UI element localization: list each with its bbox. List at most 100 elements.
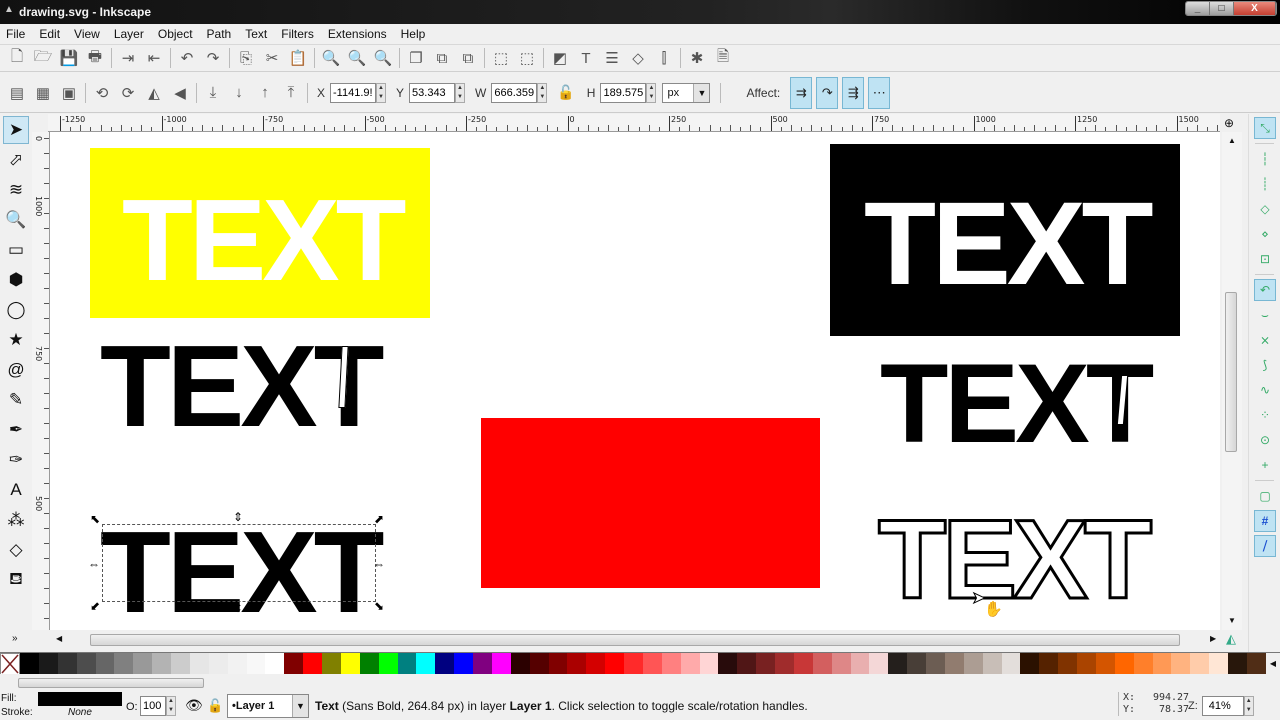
unlink-clone-button[interactable]: ⧉ [455,46,481,70]
toggle-visibility-icon[interactable]: 👁 [185,697,203,714]
zoom-tool[interactable]: 🔍 [3,206,29,234]
color-swatch[interactable] [1114,653,1134,675]
copy-button[interactable]: ⎘ [233,46,259,70]
snap-guide-button[interactable]: ⧸ [1254,535,1276,557]
select-all-layers-button[interactable]: ▦ [30,81,56,105]
color-swatch[interactable] [20,653,39,675]
red-rectangle[interactable] [481,418,820,588]
color-swatch[interactable] [586,653,606,675]
no-paint-swatch[interactable] [0,653,20,675]
opacity-spinner[interactable]: ▲ ▼ [166,696,176,716]
color-swatch[interactable] [152,653,171,675]
layer-select[interactable]: •Layer 1 ▼ [227,694,309,718]
horizontal-scroll-thumb[interactable] [90,634,1180,646]
color-swatch[interactable] [340,653,360,675]
vertical-scroll-thumb[interactable] [1225,292,1237,452]
spray-tool[interactable]: ⁂ [3,506,29,534]
lower-button[interactable]: ↓ [226,81,252,105]
zoom-drawing-button[interactable]: 🔍 [344,46,370,70]
color-swatch[interactable] [1058,653,1077,675]
color-swatch[interactable] [397,653,417,675]
h-input[interactable] [600,82,647,103]
scale-handle-s[interactable]: ⇕ [233,602,243,614]
color-swatch[interactable] [567,653,587,675]
color-swatch[interactable] [718,653,738,675]
maximize-button[interactable]: □ [1210,2,1234,15]
color-swatch[interactable] [284,653,304,675]
snap-grid-button[interactable]: # [1254,510,1276,532]
right-black-text[interactable]: TEXT [880,348,1154,460]
scroll-right-icon[interactable]: ▶ [1210,634,1216,643]
close-button[interactable]: X [1234,2,1276,15]
scale-handle-n[interactable]: ⇕ [233,511,243,523]
snap-smooth-nodes-button[interactable]: ∿ [1254,379,1276,401]
color-swatch[interactable] [57,653,77,675]
scale-stroke-toggle[interactable]: ⇉ [790,76,813,109]
color-swatch[interactable] [1095,653,1115,675]
color-swatch[interactable] [605,653,624,675]
snap-bbox-button[interactable]: ┆ [1254,148,1276,170]
print-button[interactable]: 🖶 [82,46,108,70]
h-spinner[interactable]: ▲ ▼ [646,82,657,103]
color-swatch[interactable] [812,653,832,675]
color-swatch[interactable] [303,653,322,675]
color-swatch[interactable] [171,653,190,675]
export-button[interactable]: ⇤ [141,46,167,70]
scale-handle-ne[interactable]: ⬈ [374,513,384,525]
color-swatch[interactable] [491,653,511,675]
zoom-input[interactable] [1201,696,1244,716]
duplicate-button[interactable]: ❐ [403,46,429,70]
color-swatch[interactable] [416,653,436,675]
color-swatch[interactable] [359,653,379,675]
align-distribute-button[interactable]: ⫿ [651,46,677,70]
w-spinner[interactable]: ▲ ▼ [537,82,548,103]
color-swatch[interactable] [246,653,266,675]
import-button[interactable]: ⇥ [115,46,141,70]
color-swatch[interactable] [529,653,549,675]
color-swatch[interactable] [642,653,662,675]
menu-help[interactable]: Help [401,27,426,41]
ungroup-button[interactable]: ⬚ [514,46,540,70]
color-swatch[interactable] [1209,653,1228,675]
text-tool[interactable]: A [3,476,29,504]
color-swatch[interactable] [888,653,908,675]
palette-scrollbar[interactable] [18,678,204,688]
text-font-button[interactable]: T [573,46,599,70]
zoom-spinner[interactable]: ▲ ▼ [1243,696,1254,716]
color-swatch[interactable] [473,653,492,675]
minimize-button[interactable]: _ [1186,2,1210,15]
menu-extensions[interactable]: Extensions [328,27,387,41]
color-swatch[interactable] [944,653,964,675]
opacity-input[interactable] [140,696,166,716]
color-swatch[interactable] [1228,653,1247,675]
unit-select[interactable]: px ▼ [662,82,711,103]
color-swatch[interactable] [869,653,889,675]
color-swatch[interactable] [963,653,983,675]
select-all-button[interactable]: ▤ [4,81,30,105]
snap-toggle-button[interactable]: ⤡ [1254,117,1276,139]
fill-stroke-button[interactable]: ◩ [547,46,573,70]
color-swatch[interactable] [756,653,775,675]
eraser-tool[interactable]: ◇ [3,536,29,564]
lock-ratio-icon[interactable]: 🔓 [557,84,574,101]
color-manage-icon[interactable]: ◭ [1226,631,1236,647]
menu-text[interactable]: Text [245,27,267,41]
scale-handle-nw[interactable]: ⬉ [90,513,100,525]
rotate-ccw-button[interactable]: ⟲ [89,81,115,105]
color-swatch[interactable] [454,653,473,675]
scale-handle-sw[interactable]: ⬋ [90,600,100,612]
lock-layer-icon[interactable]: 🔓 [207,698,223,714]
snap-bbox-corner-button[interactable]: ◇ [1254,198,1276,220]
color-swatch[interactable] [38,653,58,675]
flip-horizontal-button[interactable]: ◭ [141,81,167,105]
star-tool[interactable]: ★ [3,326,29,354]
scale-handle-e[interactable]: ⇔ [373,558,385,570]
color-swatch[interactable] [265,653,285,675]
menu-file[interactable]: File [6,27,25,41]
zoom-1-1-icon[interactable]: ⊕ [1224,116,1234,130]
snap-cusp-nodes-button[interactable]: ⟆ [1254,354,1276,376]
w-input[interactable] [491,82,538,103]
x-spinner[interactable]: ▲ ▼ [376,82,387,103]
snap-page-border-button[interactable]: ▢ [1254,485,1276,507]
expand-toolbox-icon[interactable]: » [12,633,18,644]
